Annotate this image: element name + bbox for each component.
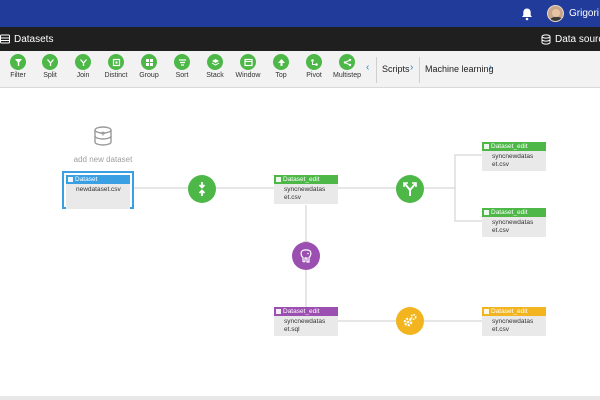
dataset-edit-node-output-middle[interactable]: Dataset_edit syncnewdatas et.csv (482, 208, 546, 237)
sync-operation-node[interactable] (188, 175, 216, 203)
edit-icon (484, 210, 489, 215)
postgres-operation-node[interactable] (292, 242, 320, 270)
node-type: Dataset_edit (283, 308, 320, 315)
node-file: newdataset.csv (76, 186, 121, 193)
node-type: Dataset_edit (283, 176, 320, 183)
split-operation-node[interactable] (396, 175, 424, 203)
connector (424, 154, 482, 189)
dataset-edit-node-output-bottom[interactable]: Dataset_edit syncnewdatas et.csv (482, 307, 546, 336)
dataset-node-source[interactable]: Dataset newdataset.csv (66, 175, 130, 209)
connector (454, 188, 482, 222)
node-file: syncnewdatas (492, 219, 534, 226)
node-file: et.csv (492, 326, 509, 333)
dataset-edit-node-sql[interactable]: Dataset_edit syncnewdatas et.sql (274, 307, 338, 336)
node-file: et.csv (492, 227, 509, 234)
add-dataset-label: add new dataset (73, 155, 133, 164)
node-type: Dataset_edit (491, 143, 528, 150)
add-new-dataset[interactable]: add new dataset (68, 125, 138, 164)
node-file: syncnewdatas (284, 186, 326, 193)
node-file: et.csv (284, 194, 301, 201)
edit-icon (484, 144, 489, 149)
sync-arrows-icon (198, 182, 206, 196)
dataset-type-icon (68, 177, 73, 182)
edit-icon (484, 309, 489, 314)
dataset-edit-node[interactable]: Dataset_edit syncnewdatas et.csv (274, 175, 338, 204)
node-file: et.csv (492, 161, 509, 168)
database-add-icon (94, 126, 112, 146)
split-icon (403, 182, 417, 196)
postgres-elephant-icon (300, 249, 312, 263)
node-file: et.sql (284, 326, 300, 333)
edit-icon (276, 177, 281, 182)
node-type: Dataset_edit (491, 308, 528, 315)
edit-icon (276, 309, 281, 314)
dataset-edit-node-output-top[interactable]: Dataset_edit syncnewdatas et.csv (482, 142, 546, 171)
node-file: syncnewdatas (284, 318, 326, 325)
node-type: Dataset (75, 176, 98, 183)
gears-icon (403, 313, 417, 327)
node-file: syncnewdatas (492, 153, 534, 160)
bottom-scroll-strip (0, 396, 600, 400)
settings-operation-node[interactable] (396, 307, 424, 335)
node-file: syncnewdatas (492, 318, 534, 325)
node-type: Dataset_edit (491, 209, 528, 216)
